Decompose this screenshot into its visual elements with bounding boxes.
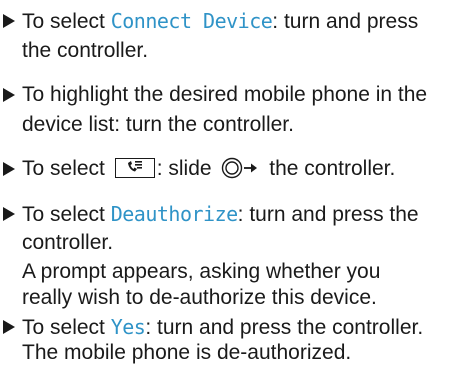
text-span: The mobile phone is de-authorized. — [22, 341, 352, 364]
step-text-line: device list: turn the controller. — [22, 110, 294, 140]
text-span: : turn and press — [272, 10, 419, 33]
instruction-list: To select Connect Device: turn and press… — [0, 0, 468, 364]
text-span: controller. — [22, 231, 114, 254]
menu-term: Deauthorize — [110, 202, 238, 226]
step-text-line: controller. — [22, 228, 113, 258]
bullet-arrow-icon — [3, 14, 15, 28]
step-text-line: really wish to de-authorize this device. — [22, 283, 377, 313]
step-text-line: the controller. — [22, 36, 148, 66]
bullet-arrow-icon — [3, 320, 15, 334]
text-span: the controller. — [263, 157, 396, 180]
text-span: To select — [22, 10, 111, 33]
step-text-line: The mobile phone is de-authorized. — [22, 338, 351, 368]
step-text-line: To highlight the desired mobile phone in… — [22, 80, 427, 110]
text-span: To highlight the desired mobile phone in… — [22, 83, 428, 106]
text-span: To select — [22, 316, 111, 339]
text-span: device list: turn the controller. — [22, 113, 294, 136]
step-text-line: To select Deauthorize: turn and press th… — [22, 199, 419, 230]
text-span: : turn and press the — [237, 203, 419, 226]
text-span: To select — [22, 157, 111, 180]
text-span: : slide — [156, 157, 218, 180]
controller-slide-right-icon — [221, 157, 261, 188]
text-span: : turn and press the controller. — [145, 316, 424, 339]
text-span: To select — [22, 203, 111, 226]
text-span: the controller. — [22, 39, 149, 62]
bullet-arrow-icon — [3, 162, 15, 176]
bullet-arrow-icon — [3, 88, 15, 102]
menu-term: Yes — [110, 315, 146, 339]
text-span: really wish to de-authorize this device. — [22, 286, 377, 309]
menu-term: Connect Device — [110, 9, 273, 33]
phone-menu-icon — [114, 158, 155, 178]
step-text-line: To select : slide the controller. — [22, 154, 395, 188]
bullet-arrow-icon — [3, 207, 15, 221]
text-span: A prompt appears, asking whether you — [22, 260, 381, 283]
step-text-line: To select Connect Device: turn and press — [22, 6, 418, 37]
